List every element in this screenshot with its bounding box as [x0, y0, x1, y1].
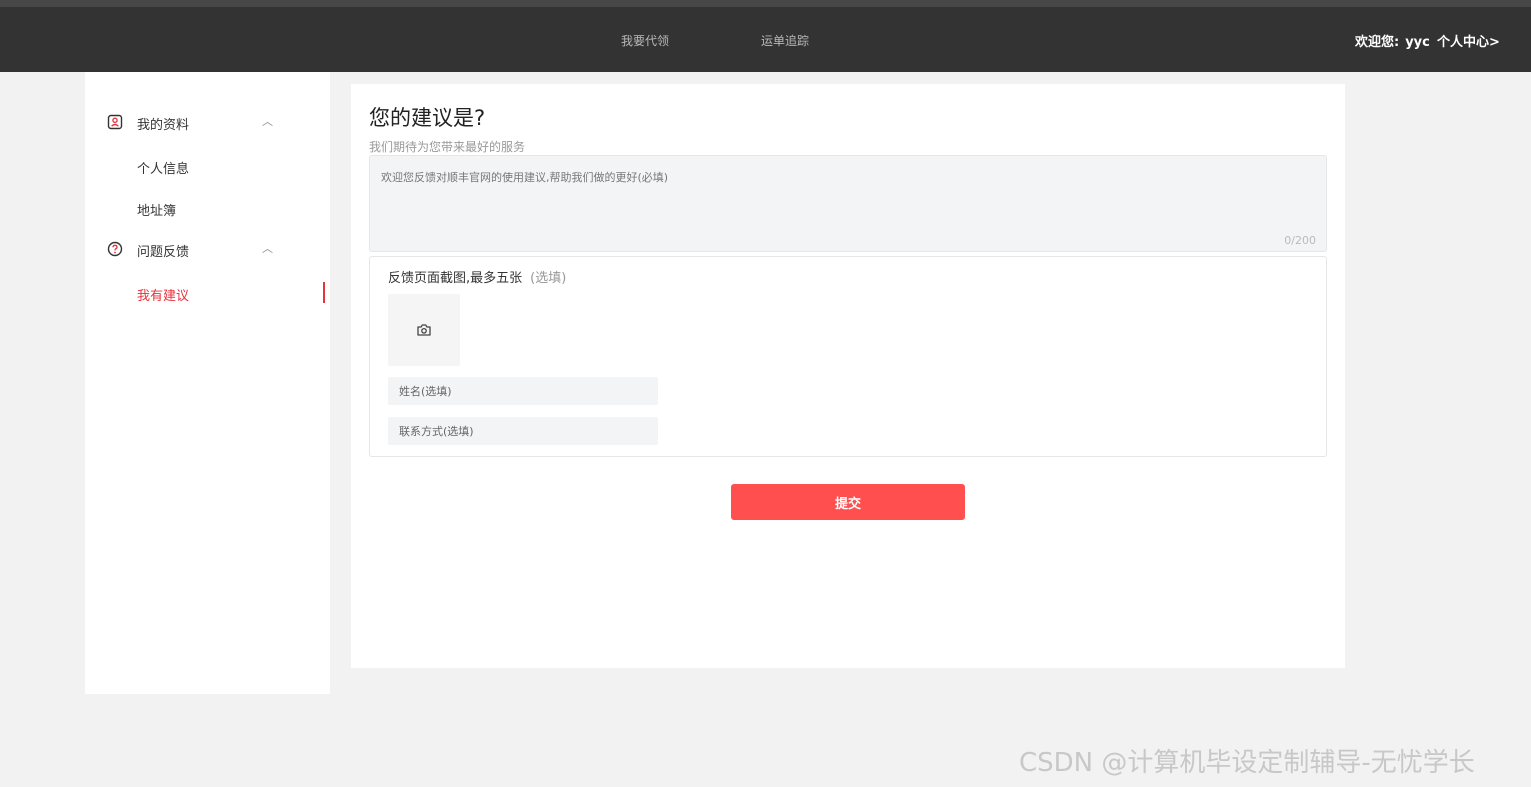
question-icon: [107, 241, 123, 257]
char-counter: 0/200: [1284, 234, 1316, 247]
nav-link-tracking[interactable]: 运单追踪: [761, 32, 809, 49]
chevron-up-icon: ︿: [262, 115, 273, 128]
page-subtitle: 我们期待为您带来最好的服务: [369, 140, 526, 154]
submit-button[interactable]: 提交: [731, 484, 965, 520]
top-navbar: 我要代领 运单追踪 欢迎您: yyc 个人中心>: [0, 7, 1531, 72]
sidebar-group-feedback[interactable]: 问题反馈 ︿: [107, 239, 277, 261]
sidebar-item-personal-info[interactable]: 个人信息: [137, 158, 189, 177]
username: yyc: [1405, 35, 1430, 50]
welcome-label: 欢迎您:: [1355, 35, 1400, 50]
sidebar-item-address-book[interactable]: 地址簿: [137, 200, 176, 219]
watermark: CSDN @计算机毕设定制辅导-无忧学长: [1019, 748, 1475, 778]
welcome-text: 欢迎您: yyc: [1355, 31, 1430, 50]
upload-optional-label: (选填): [530, 271, 567, 286]
top-strip: [0, 0, 1531, 7]
contact-input[interactable]: [388, 417, 658, 445]
profile-icon: [107, 114, 123, 130]
sidebar-group-label: 我的资料: [137, 118, 190, 133]
page-title: 您的建议是?: [369, 106, 486, 130]
camera-icon: [417, 324, 431, 336]
sidebar: 我的资料 ︿ 个人信息 地址簿 问题反馈 ︿ 我有建议: [85, 72, 330, 694]
feedback-textarea[interactable]: [370, 156, 1326, 251]
name-input[interactable]: [388, 377, 658, 405]
sidebar-item-suggestion[interactable]: 我有建议: [137, 285, 189, 304]
sidebar-group-label: 问题反馈: [137, 245, 190, 260]
upload-title-text: 反馈页面截图,最多五张: [388, 271, 523, 286]
feedback-panel: 您的建议是? 我们期待为您带来最好的服务 0/200 反馈页面截图,最多五张 (选…: [351, 84, 1345, 668]
personal-center-link[interactable]: 个人中心>: [1437, 31, 1500, 50]
upload-title: 反馈页面截图,最多五张 (选填): [388, 267, 566, 286]
feedback-textarea-container: 0/200: [369, 155, 1327, 252]
active-indicator: [323, 282, 325, 303]
screenshot-upload-section: 反馈页面截图,最多五张 (选填): [369, 256, 1327, 457]
sidebar-group-profile[interactable]: 我的资料 ︿: [107, 112, 277, 134]
nav-link-pickup[interactable]: 我要代领: [621, 32, 669, 49]
chevron-up-icon: ︿: [262, 242, 273, 255]
upload-image-button[interactable]: [388, 294, 460, 366]
